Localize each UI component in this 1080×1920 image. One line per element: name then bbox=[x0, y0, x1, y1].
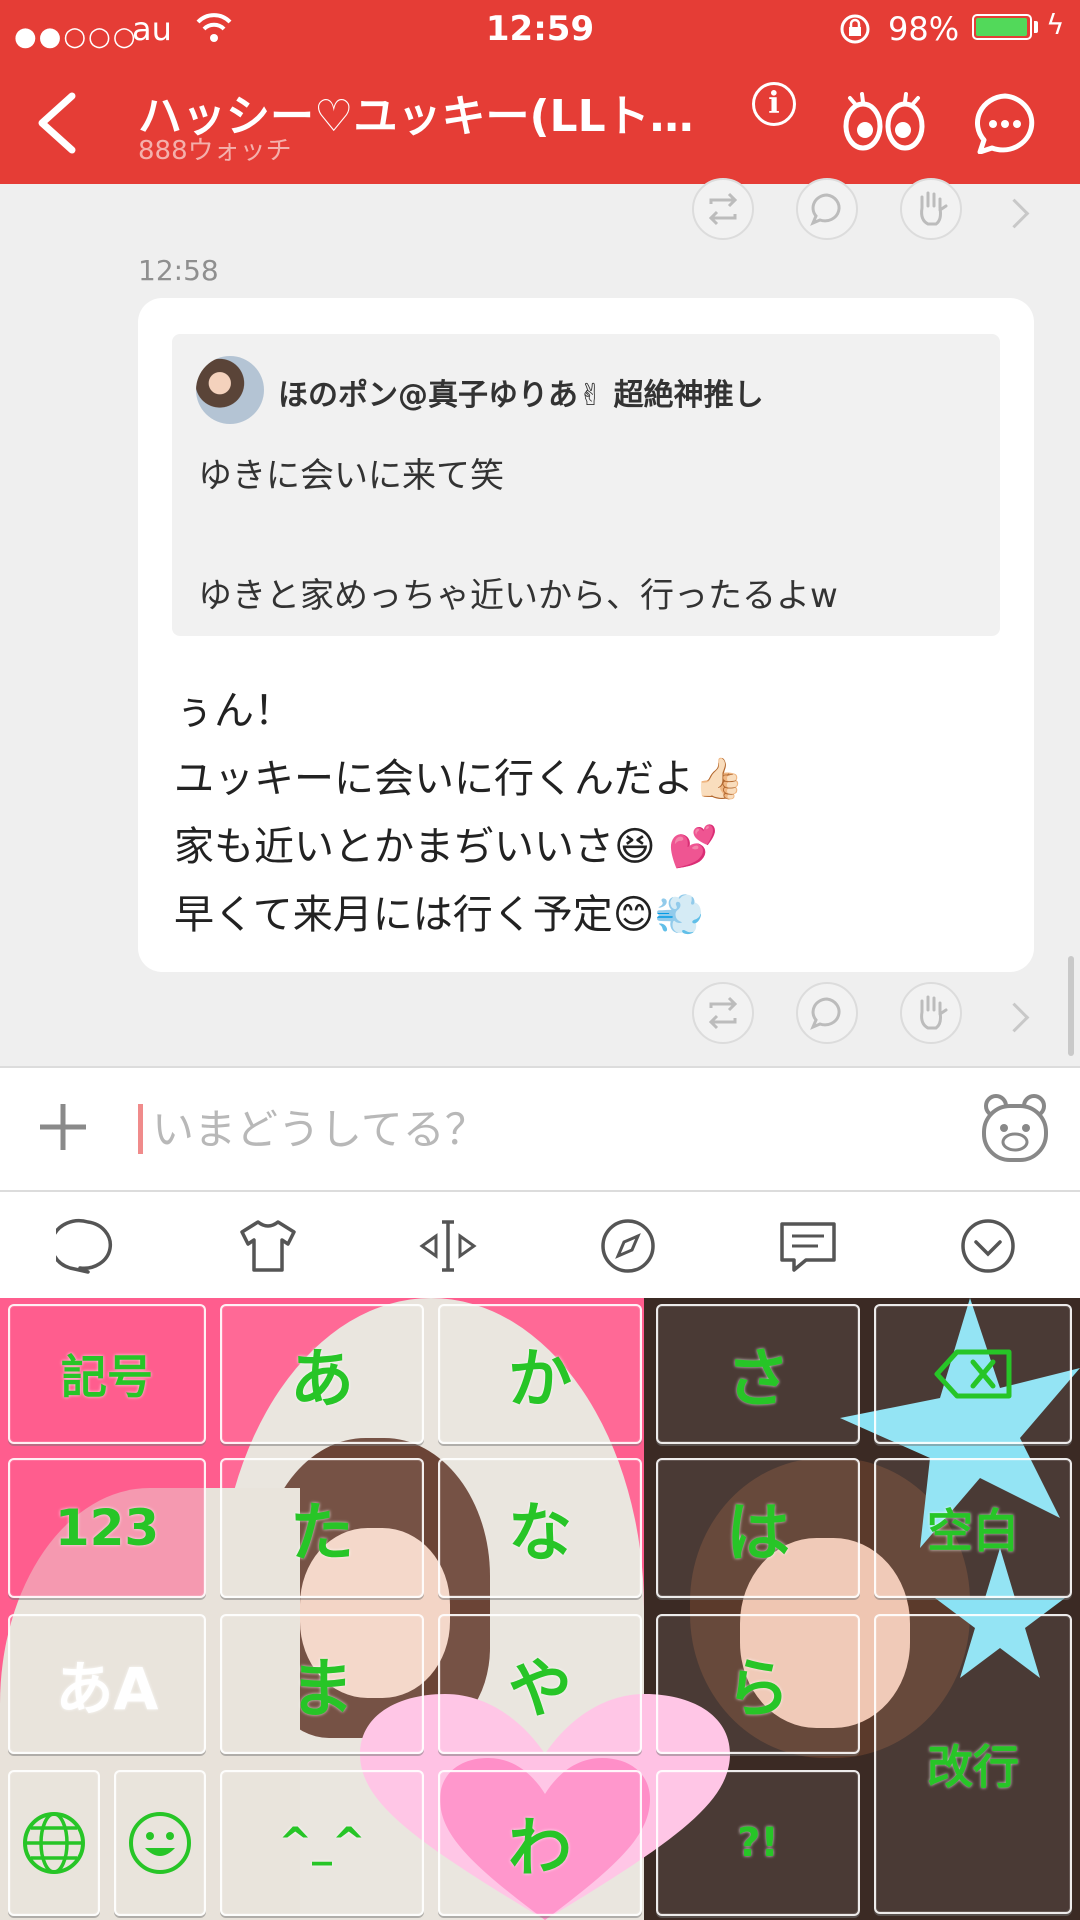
quoted-line-2: ゆきと家めっちゃ近いから、行ったるよw bbox=[198, 576, 838, 616]
kana-key-ya[interactable]: や bbox=[438, 1614, 642, 1754]
reply-icon[interactable] bbox=[796, 982, 858, 1044]
plus-icon[interactable] bbox=[36, 1100, 90, 1154]
resize-icon[interactable] bbox=[416, 1218, 480, 1274]
watch-eyes-icon[interactable] bbox=[842, 92, 926, 154]
message-line-2: ユッキーに会いに行くんだよ👍🏻 bbox=[174, 756, 744, 802]
message-actions-top bbox=[0, 168, 1080, 258]
battery-fill bbox=[976, 18, 1027, 36]
keyboard: 記号 あ か さ 123 た な は 空白 あA ま や ら 改行 ^_^ わ … bbox=[0, 1298, 1080, 1920]
reply-icon[interactable] bbox=[796, 178, 858, 240]
message-icon[interactable] bbox=[776, 1218, 840, 1274]
collapse-icon[interactable] bbox=[956, 1218, 1020, 1274]
quoted-line-1: ゆきに会いに来て笑 bbox=[198, 456, 504, 496]
numbers-key[interactable]: 123 bbox=[8, 1458, 206, 1598]
sticker-bear-icon[interactable] bbox=[978, 1092, 1052, 1164]
kana-key-wa[interactable]: わ bbox=[438, 1770, 642, 1916]
input-mode-label: あA bbox=[55, 1655, 159, 1723]
watch-count: 888ウォッチ bbox=[138, 136, 292, 166]
input-mode-key[interactable]: あA bbox=[8, 1614, 206, 1754]
message-line-1: ぅん！ bbox=[174, 688, 294, 734]
kana-key-ha[interactable]: は bbox=[656, 1458, 860, 1598]
quoted-author-avatar[interactable] bbox=[196, 356, 264, 424]
kana-key-sa[interactable]: さ bbox=[656, 1304, 860, 1444]
high-five-icon[interactable] bbox=[900, 982, 962, 1044]
space-key[interactable]: 空白 bbox=[874, 1458, 1072, 1598]
tshirt-icon[interactable] bbox=[236, 1218, 300, 1274]
chat-menu-icon[interactable] bbox=[972, 92, 1038, 154]
kana-key-ta[interactable]: た bbox=[220, 1458, 424, 1598]
charging-icon: ϟ bbox=[1046, 8, 1065, 41]
backspace-icon bbox=[934, 1349, 1012, 1399]
message-line-4: 早くて来月には行く予定😊💨 bbox=[174, 892, 705, 938]
bubble-icon[interactable] bbox=[56, 1218, 120, 1274]
back-icon[interactable] bbox=[30, 88, 90, 158]
kana-key-a[interactable]: あ bbox=[220, 1304, 424, 1444]
compass-icon[interactable] bbox=[596, 1218, 660, 1274]
quoted-author-name[interactable]: ほのポン@真子ゆりあ✌ 超絶神推し bbox=[278, 370, 764, 414]
globe-icon bbox=[23, 1812, 85, 1874]
high-five-icon[interactable] bbox=[900, 178, 962, 240]
battery-percent: 98% bbox=[888, 10, 960, 48]
battery-tip bbox=[1034, 21, 1038, 33]
text-cursor bbox=[138, 1104, 143, 1154]
emoji-key[interactable] bbox=[114, 1770, 206, 1916]
rotation-lock-icon bbox=[840, 14, 870, 44]
backspace-key[interactable] bbox=[874, 1304, 1072, 1444]
retweet-icon[interactable] bbox=[692, 982, 754, 1044]
message-time: 12:58 bbox=[138, 254, 219, 287]
info-icon[interactable]: i bbox=[752, 82, 796, 126]
globe-key[interactable] bbox=[8, 1770, 100, 1916]
symbols-key[interactable]: 記号 bbox=[8, 1304, 206, 1444]
battery-icon bbox=[972, 14, 1032, 40]
message-line-3: 家も近いとかまぢいいさ😆 💕 bbox=[174, 824, 719, 870]
kana-key-na[interactable]: な bbox=[438, 1458, 642, 1598]
chevron-right-icon[interactable] bbox=[999, 1002, 1030, 1033]
punctuation-key[interactable]: ?! bbox=[656, 1770, 860, 1916]
enter-key[interactable]: 改行 bbox=[874, 1614, 1072, 1914]
kana-key-ma[interactable]: ま bbox=[220, 1614, 424, 1754]
kana-key-ra[interactable]: ら bbox=[656, 1614, 860, 1754]
chevron-right-icon[interactable] bbox=[999, 198, 1030, 229]
kaomoji-key[interactable]: ^_^ bbox=[220, 1770, 424, 1916]
message-input[interactable] bbox=[152, 1098, 952, 1160]
message-actions-bottom bbox=[0, 972, 1080, 1062]
kana-key-ka[interactable]: か bbox=[438, 1304, 642, 1444]
input-toolbar bbox=[0, 1192, 1080, 1298]
app-header: ●●○○○ au 12:59 98% ϟ ハッシー♡ユッキー(LLトー… 888… bbox=[0, 0, 1080, 184]
smiley-icon bbox=[129, 1812, 191, 1874]
scrollbar[interactable] bbox=[1068, 956, 1074, 1056]
retweet-icon[interactable] bbox=[692, 178, 754, 240]
